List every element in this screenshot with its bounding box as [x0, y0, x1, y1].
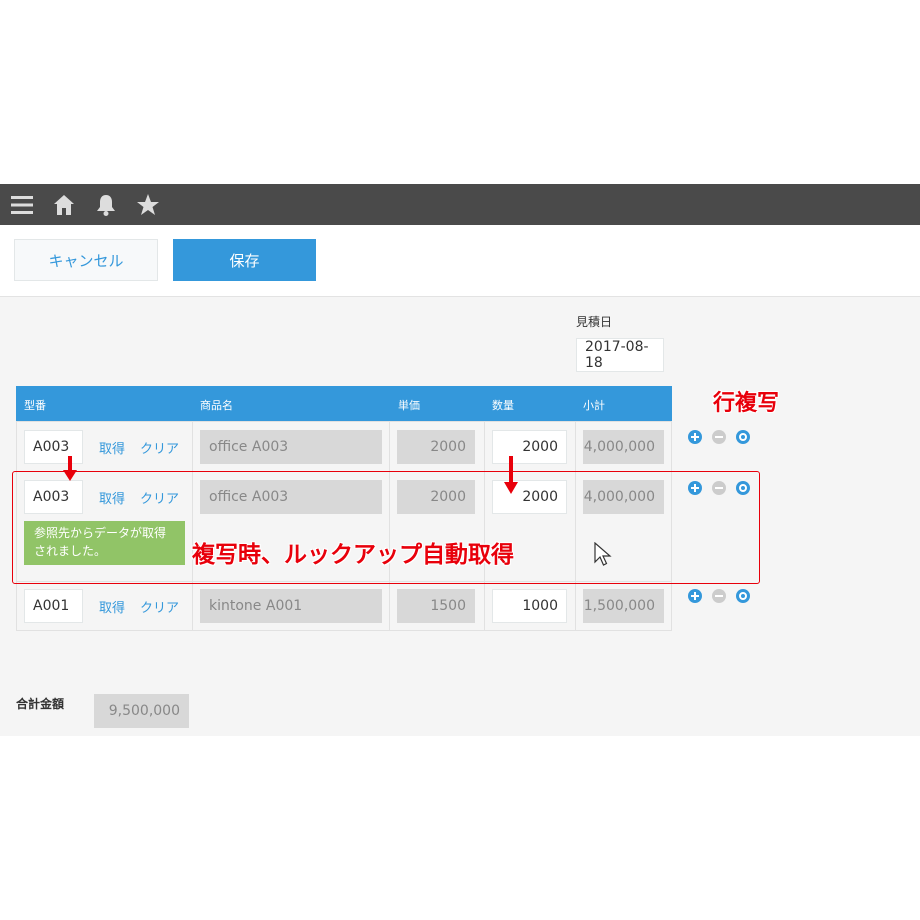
total-field: 9,500,000: [94, 694, 189, 728]
arrow-down-icon: [63, 456, 77, 481]
remove-row-icon[interactable]: [712, 430, 726, 444]
action-bar: キャンセル 保存: [0, 225, 920, 297]
save-button[interactable]: 保存: [173, 239, 316, 281]
add-row-icon[interactable]: [688, 430, 702, 444]
subtotal-field: 4,000,000: [583, 430, 664, 464]
fetch-link[interactable]: 取得: [99, 438, 125, 457]
header-qty: 数量: [492, 399, 514, 412]
header-price: 単価: [398, 399, 420, 412]
add-row-icon[interactable]: [688, 589, 702, 603]
star-icon[interactable]: [135, 192, 161, 218]
date-label: 見積日: [576, 315, 613, 329]
home-icon[interactable]: [51, 192, 77, 218]
header-name: 商品名: [200, 399, 233, 412]
clear-link[interactable]: クリア: [140, 438, 179, 457]
header-code: 型番: [24, 399, 46, 412]
price-field: 2000: [397, 430, 475, 464]
arrow-down-icon: [504, 456, 518, 494]
copy-row-icon[interactable]: [736, 430, 750, 444]
cancel-button[interactable]: キャンセル: [14, 239, 158, 281]
clear-link[interactable]: クリア: [140, 597, 179, 616]
date-field[interactable]: 2017-08-18: [576, 338, 664, 372]
cursor-icon: [594, 542, 612, 566]
fetch-link[interactable]: 取得: [99, 597, 125, 616]
quantity-input[interactable]: 1000: [492, 589, 567, 623]
header-subtotal: 小計: [583, 399, 605, 412]
global-nav-bar: [0, 184, 920, 225]
product-name-field: kintone A001: [200, 589, 382, 623]
bell-icon[interactable]: [93, 192, 119, 218]
row-copy-annotation: 行複写: [713, 391, 780, 416]
subtotal-field: 1,500,000: [583, 589, 664, 623]
remove-row-icon[interactable]: [712, 589, 726, 603]
auto-lookup-annotation: 複写時、ルックアップ自動取得: [192, 542, 514, 568]
copy-row-icon[interactable]: [736, 589, 750, 603]
table-header: 型番 商品名 単価 数量 小計: [16, 386, 672, 421]
total-label: 合計金額: [16, 697, 65, 711]
product-name-field: office A003: [200, 430, 382, 464]
price-field: 1500: [397, 589, 475, 623]
menu-icon[interactable]: [9, 192, 35, 218]
code-input[interactable]: A001: [24, 589, 83, 623]
